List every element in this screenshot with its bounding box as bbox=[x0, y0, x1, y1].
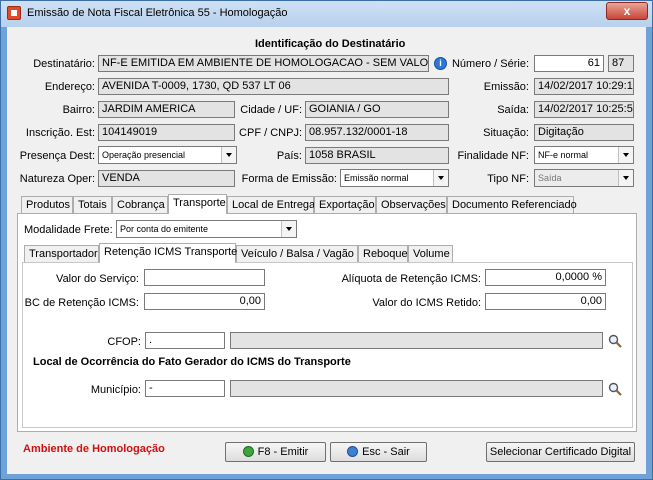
chevron-down-icon[interactable] bbox=[221, 147, 236, 163]
destinatario-label: Destinatário: bbox=[33, 58, 95, 70]
search-icon[interactable] bbox=[608, 382, 622, 396]
endereco-label: Endereço: bbox=[44, 81, 95, 93]
municipio-label: Município: bbox=[90, 384, 141, 396]
tipo-nf-select[interactable]: Saída bbox=[534, 169, 634, 187]
close-icon: x bbox=[623, 4, 631, 18]
municipio-code-field[interactable]: - bbox=[145, 380, 225, 397]
search-icon[interactable] bbox=[608, 334, 622, 348]
situacao-label: Situação: bbox=[483, 127, 529, 139]
tab-cobranca[interactable]: Cobrança bbox=[112, 196, 168, 213]
cfop-description-field[interactable] bbox=[230, 332, 603, 349]
tab-produtos[interactable]: Produtos bbox=[21, 196, 73, 213]
cfop-code-field[interactable]: . bbox=[145, 332, 225, 349]
main-form: Identificação do Destinatário Destinatár… bbox=[7, 27, 646, 474]
numero-serie-label: Número / Série: bbox=[451, 58, 529, 70]
info-icon[interactable]: i bbox=[434, 57, 447, 70]
cidade-uf-field[interactable]: GOIANIA / GO bbox=[305, 101, 449, 118]
sair-label: Esc - Sair bbox=[362, 446, 410, 458]
municipio-description-field[interactable] bbox=[230, 380, 603, 397]
saida-label: Saída: bbox=[497, 104, 529, 116]
window-title: Emissão de Nota Fiscal Eletrônica 55 - H… bbox=[27, 7, 288, 19]
chevron-down-icon[interactable] bbox=[433, 170, 448, 186]
transporte-panel: Modalidade Frete: Por conta do emitente … bbox=[17, 213, 637, 432]
natureza-label: Natureza Oper: bbox=[19, 173, 95, 185]
chevron-down-icon[interactable] bbox=[281, 221, 296, 237]
tab-totais[interactable]: Totais bbox=[73, 196, 112, 213]
presenca-value: Operação presencial bbox=[102, 150, 186, 160]
local-ocorrencia-title: Local de Ocorrência do Fato Gerador do I… bbox=[33, 356, 351, 368]
back-icon bbox=[347, 446, 359, 457]
tipo-nf-label: Tipo NF: bbox=[487, 173, 529, 185]
saida-field[interactable]: 14/02/2017 10:25:53 bbox=[534, 101, 634, 118]
subtab-retencao-icms[interactable]: Retenção ICMS Transporte bbox=[99, 243, 237, 263]
chevron-down-icon[interactable] bbox=[618, 147, 633, 163]
bc-retencao-field[interactable]: 0,00 bbox=[144, 293, 265, 310]
app-icon bbox=[7, 6, 21, 20]
natureza-field[interactable]: VENDA bbox=[98, 170, 235, 187]
modalidade-select[interactable]: Por conta do emitente bbox=[116, 220, 297, 238]
sair-button[interactable]: Esc - Sair bbox=[330, 442, 427, 462]
valor-servico-label: Valor do Serviço: bbox=[56, 273, 139, 285]
close-button[interactable]: x bbox=[606, 2, 648, 20]
situacao-field[interactable]: Digitação bbox=[534, 124, 634, 141]
tab-documento-referenciado[interactable]: Documento Referenciado bbox=[447, 196, 577, 213]
modalidade-value: Por conta do emitente bbox=[120, 224, 209, 234]
check-icon bbox=[242, 446, 254, 457]
forma-emissao-select[interactable]: Emissão normal bbox=[340, 169, 449, 187]
subtab-volume[interactable]: Volume bbox=[408, 245, 453, 262]
emissao-label: Emissão: bbox=[483, 81, 529, 93]
ambiente-homologacao-label: Ambiente de Homologação bbox=[23, 443, 165, 455]
pais-label: País: bbox=[276, 150, 302, 162]
bc-retencao-label: BC de Retenção ICMS: bbox=[24, 297, 139, 309]
cidade-uf-label: Cidade / UF: bbox=[240, 104, 302, 116]
cpf-cnpj-field[interactable]: 08.957.132/0001-18 bbox=[305, 124, 449, 141]
emissao-field[interactable]: 14/02/2017 10:29:16 bbox=[534, 78, 634, 95]
bairro-field[interactable]: JARDIM AMERICA bbox=[98, 101, 235, 118]
retencao-icms-panel: Valor do Serviço: Alíquota de Retenção I… bbox=[22, 262, 633, 428]
presenca-label: Presença Dest: bbox=[19, 150, 95, 162]
valor-servico-field[interactable] bbox=[144, 269, 265, 286]
endereco-field[interactable]: AVENIDA T-0009, 1730, QD 537 LT 06 bbox=[98, 78, 449, 95]
app-window: Emissão de Nota Fiscal Eletrônica 55 - H… bbox=[0, 0, 653, 480]
destinatario-field[interactable]: NF-E EMITIDA EM AMBIENTE DE HOMOLOGACAO … bbox=[98, 55, 429, 72]
main-tabs: Produtos Totais Cobrança Transporte Loca… bbox=[21, 194, 581, 214]
tab-exportacao[interactable]: Exportação bbox=[314, 196, 376, 213]
serie-field[interactable]: 87 bbox=[608, 55, 634, 72]
tab-local-entrega[interactable]: Local de Entrega bbox=[227, 196, 315, 213]
cfop-label: CFOP: bbox=[107, 336, 141, 348]
sub-tabs: Transportador Retenção ICMS Transporte V… bbox=[24, 243, 464, 263]
tab-observacoes[interactable]: Observações bbox=[376, 196, 447, 213]
numero-field[interactable]: 61 bbox=[534, 55, 604, 72]
finalidade-label: Finalidade NF: bbox=[457, 150, 529, 162]
valor-icms-retido-label: Valor do ICMS Retido: bbox=[372, 297, 481, 309]
subtab-reboque[interactable]: Reboque bbox=[358, 245, 408, 262]
forma-emissao-value: Emissão normal bbox=[344, 173, 409, 183]
aliquota-label: Alíquota de Retenção ICMS: bbox=[341, 273, 481, 285]
forma-emissao-label: Forma de Emissão: bbox=[241, 173, 337, 185]
selecionar-certificado-button[interactable]: Selecionar Certificado Digital bbox=[486, 442, 635, 462]
bairro-label: Bairro: bbox=[62, 104, 95, 116]
tipo-nf-value: Saída bbox=[538, 173, 562, 183]
section-title: Identificação do Destinatário bbox=[255, 38, 406, 50]
subtab-veiculo-balsa-vagao[interactable]: Veículo / Balsa / Vagão bbox=[236, 245, 358, 262]
cpf-cnpj-label: CPF / CNPJ: bbox=[239, 127, 302, 139]
tab-transporte[interactable]: Transporte bbox=[168, 194, 227, 214]
emitir-button[interactable]: F8 - Emitir bbox=[225, 442, 326, 462]
inscricao-label: Inscrição. Est: bbox=[25, 127, 95, 139]
valor-icms-retido-field[interactable]: 0,00 bbox=[485, 293, 606, 310]
chevron-down-icon[interactable] bbox=[618, 170, 633, 186]
modalidade-label: Modalidade Frete: bbox=[24, 224, 113, 236]
pais-field[interactable]: 1058 BRASIL bbox=[305, 147, 449, 164]
inscricao-field[interactable]: 104149019 bbox=[98, 124, 235, 141]
presenca-select[interactable]: Operação presencial bbox=[98, 146, 237, 164]
subtab-transportador[interactable]: Transportador bbox=[24, 245, 99, 262]
finalidade-select[interactable]: NF-e normal bbox=[534, 146, 634, 164]
aliquota-field[interactable]: 0,0000 % bbox=[485, 269, 606, 286]
finalidade-value: NF-e normal bbox=[538, 150, 589, 160]
title-bar: Emissão de Nota Fiscal Eletrônica 55 - H… bbox=[1, 1, 652, 27]
emitir-label: F8 - Emitir bbox=[257, 446, 309, 458]
